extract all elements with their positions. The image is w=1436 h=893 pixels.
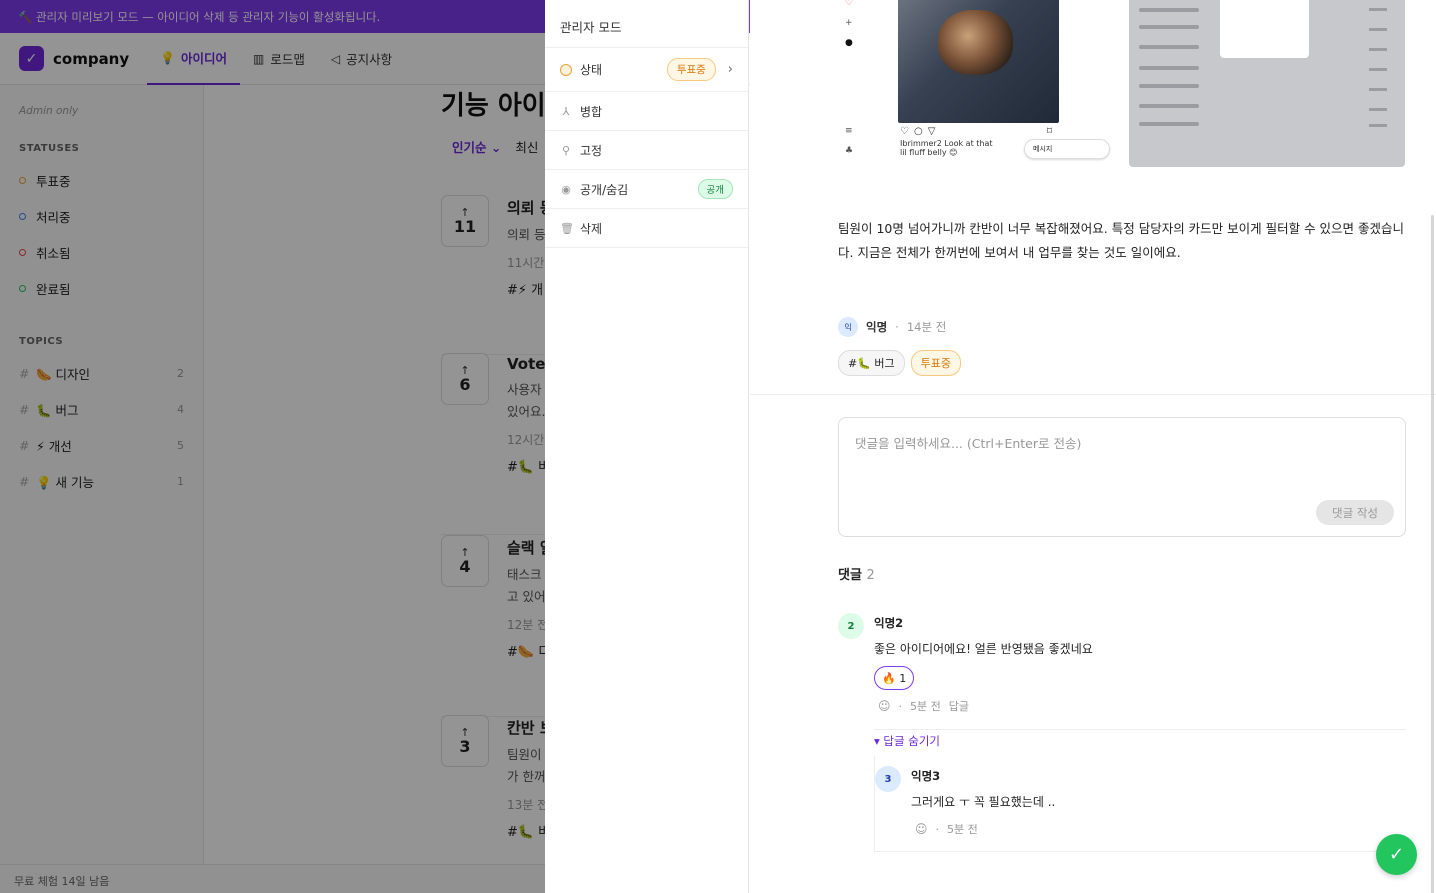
- admin-delete-row[interactable]: 🗑 삭제: [545, 209, 748, 248]
- heart-icon: ♡: [845, 0, 854, 8]
- admin-pin-label: 고정: [580, 143, 603, 158]
- separator-dot: ·: [935, 822, 940, 836]
- menu-icon: ≡: [845, 126, 853, 136]
- status-circle-icon: [560, 63, 572, 76]
- admin-pin-row[interactable]: ⚲ 고정: [545, 131, 748, 170]
- divider: [874, 851, 1406, 852]
- admin-status-label: 상태: [580, 63, 603, 77]
- screenshot-row: [1139, 25, 1199, 29]
- visibility-badge: 공개: [697, 179, 733, 199]
- separator-dot: ·: [895, 320, 899, 334]
- screenshot-row: [1139, 84, 1199, 88]
- people-icon: ♣: [845, 146, 854, 156]
- status-chip[interactable]: 투표중: [910, 350, 962, 376]
- idea-detail: ♡ + ● ≡ ♣ ♡ ○ ▽ ⌑ Ibrimmer2 Look at that…: [750, 0, 1436, 893]
- dot-icon: ●: [845, 38, 853, 48]
- reply-author: 익명3: [911, 769, 941, 783]
- avatar: 익: [838, 317, 858, 337]
- comment-box: 댓글 작성: [838, 417, 1406, 537]
- comments-label: 댓글: [838, 568, 862, 583]
- attached-image-photo[interactable]: [898, 0, 1059, 123]
- comment-item: 2 익명2 좋은 아이디어에요! 얼른 반영됐음 좋겠네요 🔥 1 ☺ · 5분…: [838, 613, 1398, 723]
- admin-status-row[interactable]: 상태 투표중 ›: [545, 48, 748, 92]
- comment-author: 익명2: [874, 616, 904, 630]
- comment-meta: ☺ · 5분 전 답글: [878, 698, 969, 714]
- admin-merge-label: 병합: [580, 104, 603, 119]
- merge-icon: ⅄: [562, 104, 570, 118]
- idea-description: 팀원이 10명 넘어가니까 칸반이 너무 복잡해졌어요. 특정 담당자의 카드만…: [838, 221, 1405, 260]
- screenshot-row: [1369, 68, 1387, 71]
- attached-image-screenshot[interactable]: [1129, 0, 1405, 167]
- pin-icon: ⚲: [561, 143, 571, 157]
- divider: [874, 729, 1406, 730]
- post-time: 14분 전: [906, 320, 947, 334]
- post-actions: ♡ ○ ▽ ⌑: [900, 126, 1060, 137]
- comments-heading: 댓글 2: [838, 564, 875, 583]
- screenshot-row: [1369, 28, 1387, 31]
- admin-panel-title: 관리자 모드: [545, 0, 748, 48]
- comment-icon: ○: [913, 126, 923, 137]
- chevron-right-icon: ›: [727, 62, 733, 77]
- admin-panel: 관리자 모드 상태 투표중 › ⅄ 병합 ⚲ 고정 ◉ 공개/숨김 공개 🗑 삭…: [545, 0, 749, 893]
- reply-meta: ☺ · 5분 전: [915, 821, 978, 837]
- admin-visibility-label: 공개/숨김: [580, 182, 629, 197]
- comment-submit-button[interactable]: 댓글 작성: [1316, 500, 1394, 525]
- admin-merge-row[interactable]: ⅄ 병합: [545, 92, 748, 131]
- screenshot-row: [1139, 45, 1199, 49]
- screenshot-modal: [1220, 0, 1309, 58]
- author-row: 익 익명 · 14분 전: [838, 317, 946, 337]
- trash-icon: 🗑: [560, 221, 574, 235]
- comment-time: 5분 전: [910, 700, 941, 713]
- avatar: 3: [875, 766, 901, 792]
- screenshot-row: [1139, 66, 1199, 70]
- comment-input[interactable]: [840, 419, 1400, 499]
- reply-time: 5분 전: [947, 823, 978, 836]
- screenshot-row: [1369, 8, 1387, 11]
- screenshot-row: [1369, 88, 1387, 91]
- cat-photo: [938, 10, 1013, 75]
- heart-icon: ♡: [900, 126, 909, 137]
- screenshot-row: [1369, 108, 1387, 111]
- comments-count: 2: [866, 568, 875, 583]
- divider: [750, 394, 1436, 395]
- eye-icon: ◉: [561, 182, 571, 196]
- add-reaction-icon[interactable]: ☺: [878, 699, 891, 713]
- chat-pill-text: 메시지: [1033, 145, 1053, 153]
- separator-dot: ·: [898, 699, 903, 713]
- modal-backdrop[interactable]: [0, 0, 545, 893]
- reply-item: 3 익명3 그러게요 ㅜ 꼭 필요했는데 .. ☺ · 5분 전: [875, 766, 1395, 846]
- hide-replies-link[interactable]: ▾ 답글 숨기기: [874, 733, 940, 749]
- reply-text: 그러게요 ㅜ 꼭 필요했는데 ..: [911, 795, 1056, 809]
- status-badge: 투표중: [666, 58, 716, 81]
- reaction-chip[interactable]: 🔥 1: [874, 666, 915, 690]
- add-reaction-icon[interactable]: ☺: [915, 822, 928, 836]
- fab-symbol: ✓: [1388, 844, 1405, 865]
- screenshot-row: [1139, 104, 1199, 108]
- screenshot-row: [1139, 8, 1199, 12]
- avatar: 2: [838, 613, 864, 639]
- screenshot-row: [1369, 48, 1387, 51]
- screenshot-row: [1369, 124, 1387, 127]
- check-icon[interactable]: ✓: [1376, 834, 1417, 875]
- admin-delete-label: 삭제: [580, 221, 603, 236]
- admin-visibility-row[interactable]: ◉ 공개/숨김 공개: [545, 170, 748, 209]
- screenshot-row: [1139, 122, 1199, 126]
- reply-link[interactable]: 답글: [949, 698, 969, 714]
- scrollbar[interactable]: [1431, 215, 1434, 893]
- plus-icon: +: [845, 18, 853, 28]
- topic-chip[interactable]: #🐛 버그: [838, 350, 905, 376]
- tag-row: #🐛 버그 투표중: [838, 350, 962, 376]
- comment-text: 좋은 아이디어에요! 얼른 반영됐음 좋겠네요: [874, 642, 1093, 656]
- send-icon: ▽: [927, 126, 936, 137]
- bookmark-icon: ⌑: [1046, 126, 1052, 137]
- chat-pill: 메시지: [1024, 139, 1110, 159]
- author-name: 익명: [866, 320, 888, 334]
- caption-text: Ibrimmer2 Look at that lil fluff belly 😊: [900, 139, 993, 157]
